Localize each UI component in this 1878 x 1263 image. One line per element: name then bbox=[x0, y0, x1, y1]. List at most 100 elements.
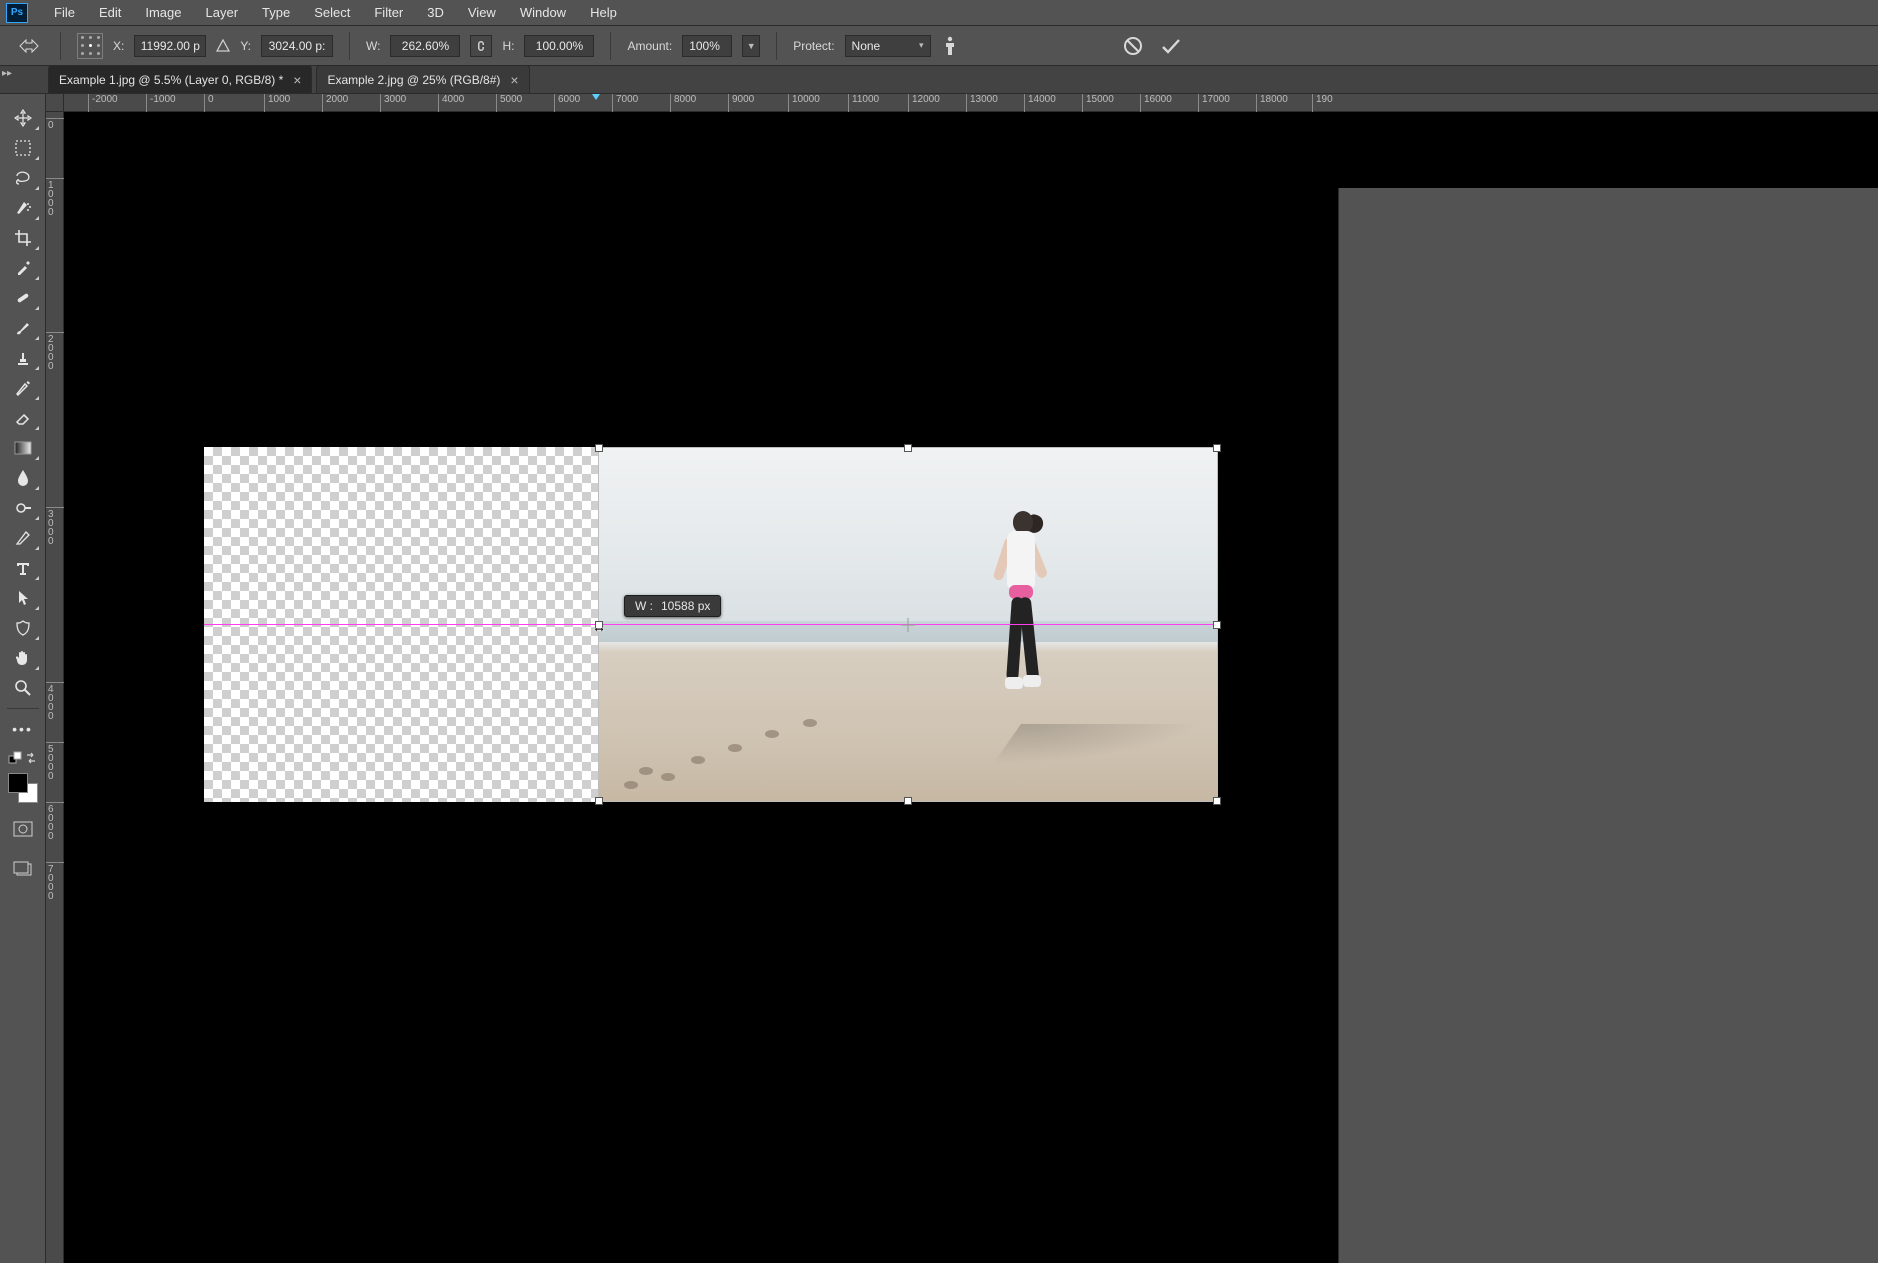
foreground-color-swatch[interactable] bbox=[8, 773, 28, 793]
ruler-tick: 11000 bbox=[848, 94, 879, 112]
dimension-label: W : bbox=[635, 599, 653, 613]
menu-bar: Ps File Edit Image Layer Type Select Fil… bbox=[0, 0, 1878, 26]
y-input[interactable] bbox=[261, 35, 333, 57]
dimension-tooltip: W : 10588 px bbox=[624, 595, 721, 617]
zoom-tool[interactable] bbox=[5, 674, 41, 702]
ruler-tick: 5000 bbox=[496, 94, 522, 112]
horizontal-ruler[interactable]: -2000 -1000 0 1000 2000 3000 4000 5000 6… bbox=[64, 94, 1878, 112]
ruler-tick: 5000 bbox=[46, 742, 64, 781]
marquee-tool[interactable] bbox=[5, 134, 41, 162]
menu-layer[interactable]: Layer bbox=[194, 1, 251, 24]
document-canvas[interactable]: W : 10588 px ↔ bbox=[204, 447, 1218, 802]
blur-tool[interactable] bbox=[5, 464, 41, 492]
protect-value: None bbox=[852, 39, 881, 53]
menu-window[interactable]: Window bbox=[508, 1, 578, 24]
move-tool[interactable] bbox=[5, 104, 41, 132]
quick-mask-toggle[interactable] bbox=[5, 815, 41, 843]
ruler-position-marker bbox=[592, 94, 600, 100]
ruler-tick: 7000 bbox=[46, 862, 64, 901]
crop-tool[interactable] bbox=[5, 224, 41, 252]
ruler-tick: 17000 bbox=[1198, 94, 1230, 112]
workspace: ••• -2000 -1000 0 1000 2000 bbox=[0, 94, 1878, 1263]
h-input[interactable] bbox=[524, 35, 594, 57]
ruler-origin[interactable] bbox=[46, 94, 64, 112]
ruler-tick: 2000 bbox=[46, 332, 64, 371]
eyedropper-tool[interactable] bbox=[5, 254, 41, 282]
amount-dropdown-icon[interactable]: ▼ bbox=[742, 35, 760, 57]
ruler-tick: 8000 bbox=[670, 94, 696, 112]
amount-label: Amount: bbox=[627, 39, 672, 53]
document-tab[interactable]: Example 1.jpg @ 5.5% (Layer 0, RGB/8) * … bbox=[48, 65, 312, 93]
gradient-tool[interactable] bbox=[5, 434, 41, 462]
separator bbox=[60, 32, 61, 60]
close-tab-icon[interactable]: × bbox=[293, 73, 301, 87]
separator bbox=[610, 32, 611, 60]
ruler-tick: 0 bbox=[46, 118, 64, 130]
quick-select-tool[interactable] bbox=[5, 194, 41, 222]
amount-select[interactable]: 100% bbox=[682, 35, 732, 57]
ruler-tick: 9000 bbox=[728, 94, 754, 112]
close-tab-icon[interactable]: × bbox=[510, 73, 518, 87]
commit-transform-button[interactable] bbox=[1157, 32, 1185, 60]
document-tab[interactable]: Example 2.jpg @ 25% (RGB/8#) × bbox=[316, 65, 529, 93]
default-colors-icon[interactable] bbox=[8, 751, 22, 765]
chevron-down-icon: ▾ bbox=[919, 40, 924, 51]
reference-point-selector[interactable] bbox=[77, 33, 103, 59]
brush-tool[interactable] bbox=[5, 314, 41, 342]
shape-tool[interactable] bbox=[5, 614, 41, 642]
toolbox-divider bbox=[7, 708, 39, 709]
color-swatches[interactable] bbox=[8, 773, 38, 803]
screen-mode-toggle[interactable] bbox=[5, 855, 41, 883]
expand-panels-icon[interactable]: ▸▸ bbox=[2, 68, 12, 79]
cancel-transform-button[interactable] bbox=[1119, 32, 1147, 60]
menu-select[interactable]: Select bbox=[302, 1, 362, 24]
eraser-tool[interactable] bbox=[5, 404, 41, 432]
menu-type[interactable]: Type bbox=[250, 1, 302, 24]
pen-tool[interactable] bbox=[5, 524, 41, 552]
link-wh-icon[interactable] bbox=[470, 35, 492, 57]
y-label: Y: bbox=[240, 39, 251, 53]
swap-colors-icon[interactable] bbox=[24, 751, 38, 765]
menu-edit[interactable]: Edit bbox=[87, 1, 133, 24]
path-select-tool[interactable] bbox=[5, 584, 41, 612]
swap-xy-icon[interactable] bbox=[216, 39, 230, 53]
edit-toolbar-button[interactable]: ••• bbox=[5, 715, 41, 743]
hand-tool[interactable] bbox=[5, 644, 41, 672]
x-input[interactable] bbox=[134, 35, 206, 57]
menu-image[interactable]: Image bbox=[133, 1, 193, 24]
w-input[interactable] bbox=[390, 35, 460, 57]
ruler-tick: 14000 bbox=[1024, 94, 1056, 112]
stamp-tool[interactable] bbox=[5, 344, 41, 372]
active-tool-icon[interactable] bbox=[14, 33, 44, 59]
vertical-ruler[interactable]: 0 1000 2000 3000 4000 5000 6000 7000 bbox=[46, 112, 64, 1263]
dimension-value: 10588 px bbox=[661, 599, 710, 613]
ruler-tick: 4000 bbox=[438, 94, 464, 112]
ruler-tick: 3000 bbox=[380, 94, 406, 112]
ruler-tick: 12000 bbox=[908, 94, 940, 112]
ruler-tick: 10000 bbox=[788, 94, 820, 112]
lasso-tool[interactable] bbox=[5, 164, 41, 192]
menu-help[interactable]: Help bbox=[578, 1, 629, 24]
h-label: H: bbox=[502, 39, 514, 53]
ruler-tick: 2000 bbox=[322, 94, 348, 112]
right-panel-dock[interactable] bbox=[1338, 188, 1878, 1263]
protect-skin-icon[interactable] bbox=[941, 35, 959, 57]
app-logo: Ps bbox=[6, 3, 28, 23]
x-label: X: bbox=[113, 39, 124, 53]
toolbox: ••• bbox=[0, 94, 46, 1263]
ruler-tick: 4000 bbox=[46, 682, 64, 721]
ruler-tick: 13000 bbox=[966, 94, 998, 112]
history-brush-tool[interactable] bbox=[5, 374, 41, 402]
healing-tool[interactable] bbox=[5, 284, 41, 312]
ruler-tick: 6000 bbox=[46, 802, 64, 841]
menu-file[interactable]: File bbox=[42, 1, 87, 24]
ruler-tick: 190 bbox=[1312, 94, 1333, 112]
smart-guide bbox=[204, 624, 1218, 625]
menu-3d[interactable]: 3D bbox=[415, 1, 456, 24]
dodge-tool[interactable] bbox=[5, 494, 41, 522]
menu-filter[interactable]: Filter bbox=[362, 1, 415, 24]
resize-cursor-icon: ↔ bbox=[592, 619, 606, 635]
menu-view[interactable]: View bbox=[456, 1, 508, 24]
protect-select[interactable]: None ▾ bbox=[845, 35, 931, 57]
type-tool[interactable] bbox=[5, 554, 41, 582]
